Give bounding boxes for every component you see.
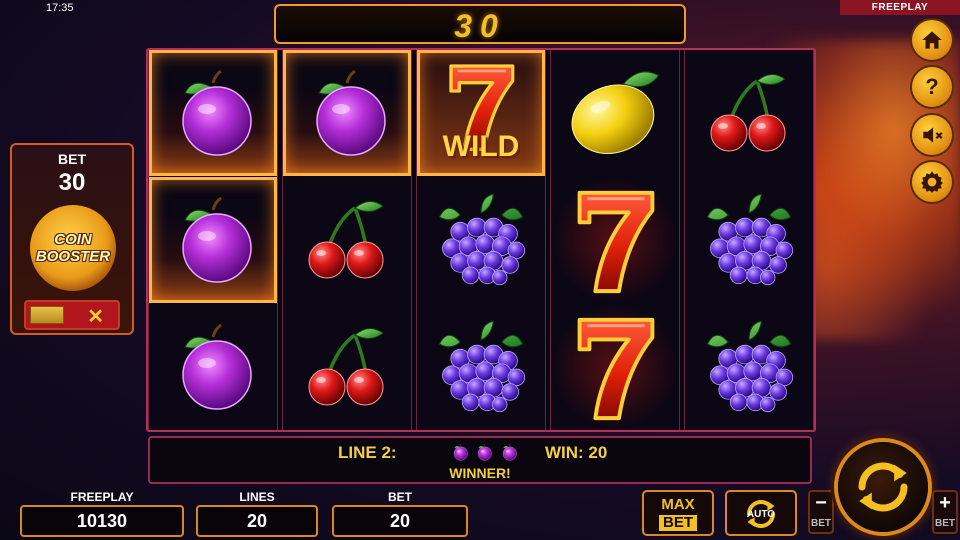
cherry-symbol <box>297 190 397 290</box>
bet-decrease-label: BET <box>811 518 831 529</box>
freeplay-tag: FREEPLAY <box>840 0 960 15</box>
win-info-bar: LINE 2: WIN: 20 WINNER! <box>148 436 812 484</box>
bet-panel-value: 30 <box>58 169 86 196</box>
win-amount-label: WIN: 20 <box>545 443 608 462</box>
reel-cell <box>149 50 277 176</box>
reel-cell <box>283 177 411 303</box>
spin-icon <box>848 452 918 522</box>
lemon-symbol <box>563 61 667 165</box>
grapes-symbol <box>429 315 533 419</box>
bet-display: 30 <box>274 4 686 44</box>
freeplay-balance: 10130 <box>20 505 184 537</box>
spin-button[interactable] <box>838 442 928 532</box>
auto-spin-button[interactable]: AUTO <box>725 490 797 536</box>
home-icon <box>919 27 945 53</box>
cherry-symbol <box>699 63 799 163</box>
reel-cell <box>685 177 813 303</box>
seven-symbol <box>565 308 665 426</box>
coin-booster-line2: BOOSTER <box>35 248 111 265</box>
bet-decrease-button[interactable]: − BET <box>808 490 834 534</box>
toggle-knob <box>30 306 64 324</box>
bet-label: BET <box>388 490 412 504</box>
plum-symbol <box>163 317 263 417</box>
max-bet-max-label: MAX <box>661 496 695 513</box>
plum-symbol <box>163 190 263 290</box>
reel-cell <box>551 50 679 176</box>
max-bet-bet-label: BET <box>659 515 697 531</box>
freeplay-label: FREEPLAY <box>70 490 134 504</box>
reel-cell <box>551 304 679 430</box>
reel-cell <box>551 177 679 303</box>
reel-cell <box>417 177 545 303</box>
reel-cell <box>685 50 813 176</box>
plum-symbol <box>297 63 397 163</box>
win-line-symbols <box>450 442 519 467</box>
close-icon: ✕ <box>87 306 104 328</box>
reel-3: WILD <box>416 50 546 430</box>
minus-icon: − <box>815 492 827 514</box>
reel-4 <box>550 50 680 430</box>
coin-booster-line1: COIN <box>54 231 92 248</box>
coin-booster-toggle[interactable]: ✕ <box>24 300 120 330</box>
sound-button[interactable] <box>912 115 952 155</box>
reel-2 <box>282 50 412 430</box>
grapes-symbol <box>697 188 801 292</box>
sound-muted-icon <box>919 122 945 148</box>
seven-symbol <box>565 181 665 299</box>
grapes-symbol <box>697 315 801 419</box>
bet-panel-label: BET <box>58 151 86 167</box>
win-line-label: LINE 2: <box>338 443 397 462</box>
reel-cell <box>149 177 277 303</box>
gear-icon <box>919 169 945 195</box>
bet-increase-label: BET <box>935 518 955 529</box>
coin-booster-badge: COIN BOOSTER <box>30 205 116 291</box>
wild-label: WILD <box>442 130 520 163</box>
reel-cell <box>283 304 411 430</box>
clock: 17:35 <box>46 2 74 14</box>
reel-grid: WILD <box>146 48 816 432</box>
reel-1 <box>148 50 278 430</box>
bet-increase-button[interactable]: + BET <box>932 490 958 534</box>
plus-icon: + <box>939 492 951 514</box>
bet-panel: BET 30 COIN BOOSTER ✕ <box>10 143 134 335</box>
help-button[interactable]: ? <box>912 67 952 107</box>
max-bet-button[interactable]: MAX BET <box>642 490 714 536</box>
plum-mini-icon <box>499 442 519 462</box>
auto-label: AUTO <box>746 509 776 520</box>
reel-cell <box>417 304 545 430</box>
bet-value[interactable]: 20 <box>332 505 468 537</box>
plum-symbol <box>163 63 263 163</box>
plum-mini-icon <box>450 442 470 462</box>
winner-label: WINNER! <box>449 465 511 481</box>
plum-mini-icon <box>474 442 494 462</box>
lines-value[interactable]: 20 <box>196 505 318 537</box>
settings-button[interactable] <box>912 162 952 202</box>
lines-label: LINES <box>239 490 275 504</box>
reel-5 <box>684 50 814 430</box>
reel-cell <box>149 304 277 430</box>
reel-cell <box>685 304 813 430</box>
cherry-symbol <box>297 317 397 417</box>
reel-cell: WILD <box>417 50 545 176</box>
help-icon: ? <box>925 74 939 99</box>
home-button[interactable] <box>912 20 952 60</box>
grapes-symbol <box>429 188 533 292</box>
reel-cell <box>283 50 411 176</box>
